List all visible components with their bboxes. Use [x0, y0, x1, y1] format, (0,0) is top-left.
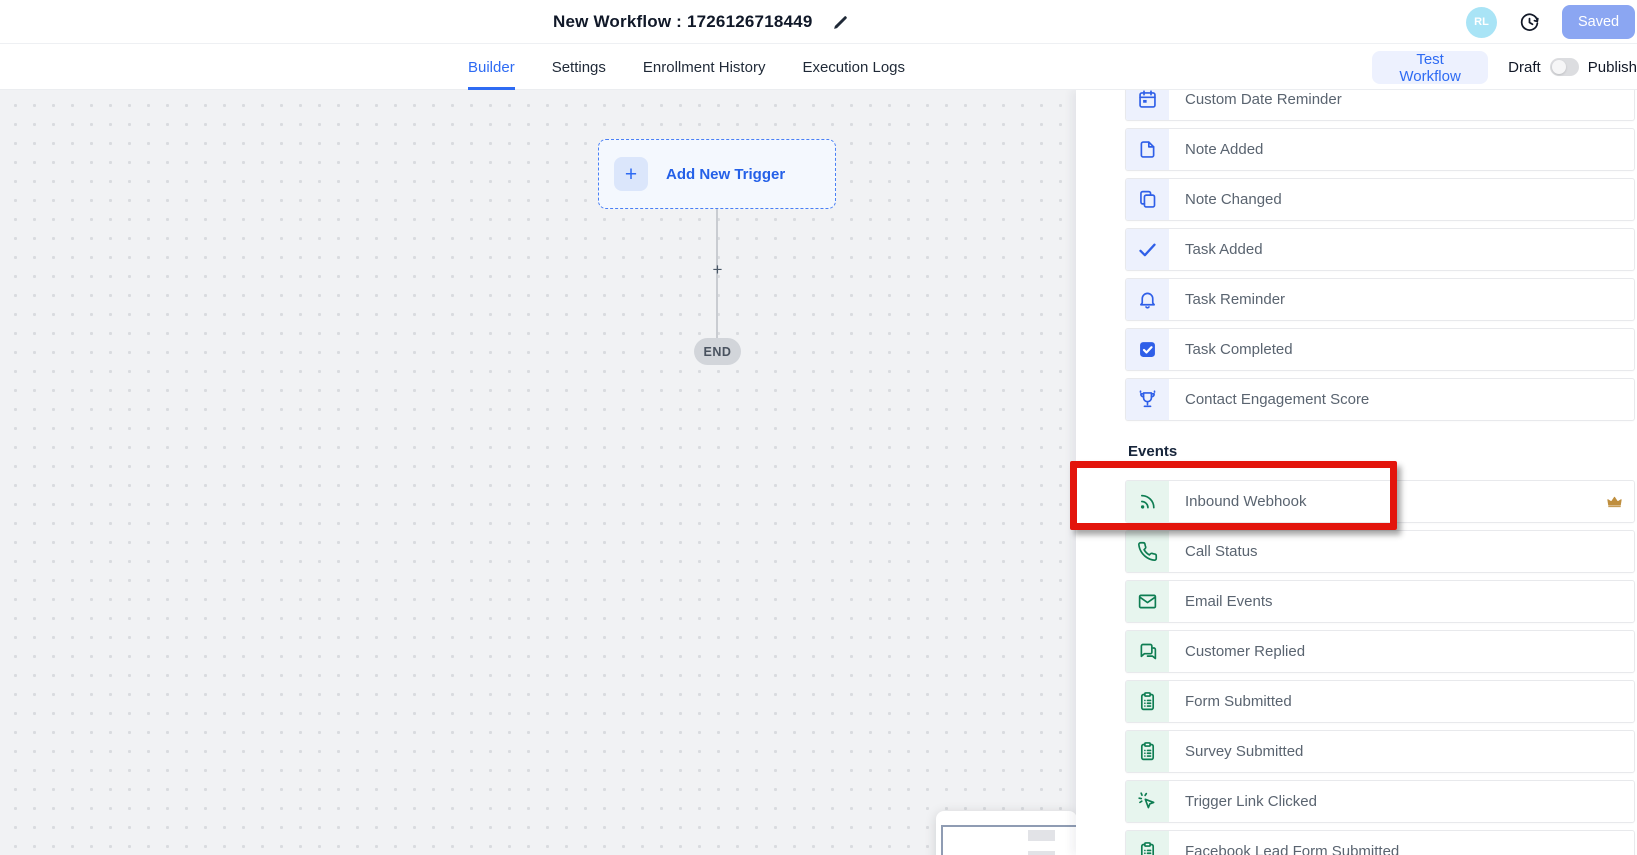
clipboard-icon: [1126, 731, 1169, 772]
trigger-item-customer-replied[interactable]: Customer Replied: [1125, 630, 1635, 673]
minimap-bar: [1028, 851, 1055, 855]
tab-execution-logs[interactable]: Execution Logs: [802, 44, 905, 90]
phone-icon: [1126, 531, 1169, 572]
webhook-icon: [1126, 481, 1169, 522]
minimap-frame: [941, 825, 1077, 855]
trigger-item-label: Call Status: [1185, 543, 1258, 560]
check-icon: [1126, 229, 1169, 270]
trigger-item-label: Trigger Link Clicked: [1185, 793, 1317, 810]
trigger-item-call-status[interactable]: Call Status: [1125, 530, 1635, 573]
clipboard-icon: [1126, 681, 1169, 722]
cursor-click-icon: [1126, 781, 1169, 822]
end-node: END: [694, 338, 741, 365]
trophy-icon: [1126, 379, 1169, 420]
trigger-item-label: Task Added: [1185, 241, 1263, 258]
plus-icon: +: [614, 157, 648, 191]
workflow-canvas[interactable]: + Add New Trigger + END: [0, 90, 1076, 855]
publish-label: Publish: [1588, 59, 1637, 76]
trigger-item-label: Facebook Lead Form Submitted: [1185, 843, 1399, 855]
trigger-item-form-submitted[interactable]: Form Submitted: [1125, 680, 1635, 723]
chat-icon: [1126, 631, 1169, 672]
trigger-item-task-completed[interactable]: Task Completed: [1125, 328, 1635, 371]
tab-settings[interactable]: Settings: [552, 44, 606, 90]
checkbox-checked-icon: [1126, 329, 1169, 370]
trigger-item-task-added[interactable]: Task Added: [1125, 228, 1635, 271]
minimap-panel[interactable]: [936, 811, 1077, 855]
trigger-item-inbound-webhook[interactable]: Inbound Webhook: [1125, 480, 1635, 523]
tab-bar: Builder Settings Enrollment History Executi…: [468, 44, 905, 90]
bell-icon: [1126, 279, 1169, 320]
mail-icon: [1126, 581, 1169, 622]
workflow-nav: Builder Settings Enrollment History Executi…: [0, 44, 1637, 90]
add-trigger-label: Add New Trigger: [666, 166, 785, 183]
publish-toggle[interactable]: [1550, 58, 1579, 76]
trigger-item-task-reminder[interactable]: Task Reminder: [1125, 278, 1635, 321]
tab-enrollment-history[interactable]: Enrollment History: [643, 44, 766, 90]
trigger-item-note-added[interactable]: Note Added: [1125, 128, 1635, 171]
add-new-trigger-button[interactable]: + Add New Trigger: [598, 139, 836, 209]
trigger-item-facebook-lead-form-submitted[interactable]: Facebook Lead Form Submitted: [1125, 830, 1635, 855]
save-button[interactable]: Saved: [1562, 5, 1635, 39]
trigger-item-label: Customer Replied: [1185, 643, 1305, 660]
copy-icon: [1126, 179, 1169, 220]
trigger-item-label: Task Reminder: [1185, 291, 1285, 308]
minimap-bar: [1028, 830, 1055, 841]
toggle-knob: [1552, 60, 1566, 74]
trigger-list: Custom Date Reminder Note Added Note Chang…: [1125, 90, 1635, 855]
trigger-item-label: Email Events: [1185, 593, 1273, 610]
trigger-item-label: Note Added: [1185, 141, 1263, 158]
triggers-sidebar[interactable]: Custom Date Reminder Note Added Note Chang…: [1076, 90, 1637, 855]
trigger-item-label: Custom Date Reminder: [1185, 91, 1342, 108]
trigger-item-label: Contact Engagement Score: [1185, 391, 1369, 408]
workflow-title-wrap: New Workflow : 1726126718449: [553, 0, 849, 44]
trigger-item-custom-date-reminder[interactable]: Custom Date Reminder: [1125, 90, 1635, 121]
trigger-item-label: Survey Submitted: [1185, 743, 1303, 760]
trigger-item-email-events[interactable]: Email Events: [1125, 580, 1635, 623]
clipboard-icon: [1126, 831, 1169, 855]
trigger-item-note-changed[interactable]: Note Changed: [1125, 178, 1635, 221]
trigger-item-label: Inbound Webhook: [1185, 493, 1307, 510]
trigger-item-survey-submitted[interactable]: Survey Submitted: [1125, 730, 1635, 773]
add-step-button[interactable]: +: [709, 260, 726, 282]
test-workflow-button[interactable]: Test Workflow: [1372, 51, 1488, 84]
nav-right: Test Workflow Draft Publish: [1372, 44, 1637, 90]
calendar-icon: [1126, 90, 1169, 120]
trigger-item-label: Note Changed: [1185, 191, 1282, 208]
note-icon: [1126, 129, 1169, 170]
header-right: RL Saved: [1466, 0, 1635, 44]
trigger-item-label: Task Completed: [1185, 341, 1293, 358]
app-header: New Workflow : 1726126718449 RL Saved: [0, 0, 1637, 44]
avatar[interactable]: RL: [1466, 7, 1497, 38]
section-header-events: Events: [1128, 443, 1635, 463]
trigger-item-contact-engagement-score[interactable]: Contact Engagement Score: [1125, 378, 1635, 421]
trigger-item-trigger-link-clicked[interactable]: Trigger Link Clicked: [1125, 780, 1635, 823]
tab-builder[interactable]: Builder: [468, 44, 515, 90]
page-title: New Workflow : 1726126718449: [553, 12, 812, 32]
draft-label: Draft: [1508, 59, 1541, 76]
crown-icon: [1606, 494, 1623, 509]
edit-title-icon[interactable]: [832, 14, 849, 31]
version-history-icon[interactable]: [1519, 12, 1540, 33]
trigger-item-label: Form Submitted: [1185, 693, 1292, 710]
